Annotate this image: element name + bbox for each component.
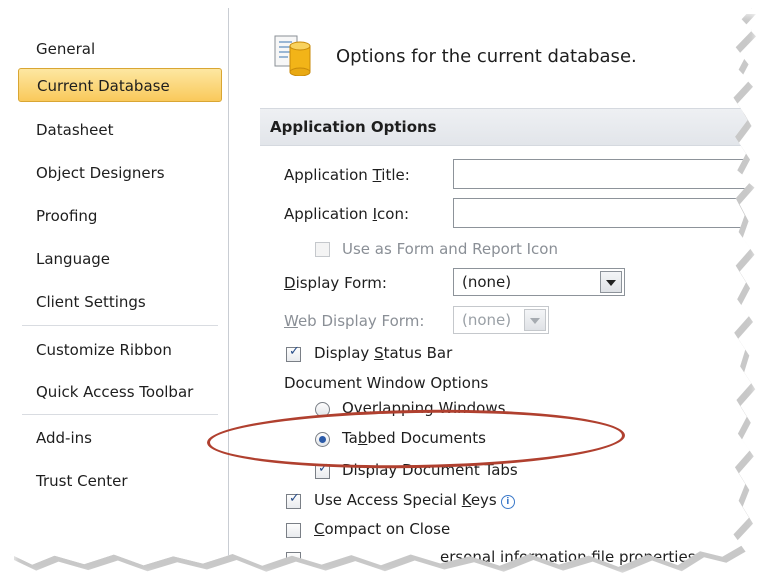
label-text: ompact on Close: [324, 520, 451, 538]
label-hotkey: S: [374, 344, 384, 362]
label-text: itle:: [381, 166, 410, 184]
sidebar-item-language[interactable]: Language: [18, 242, 222, 276]
sidebar-divider: [22, 325, 218, 326]
label-text: Application: [284, 166, 373, 184]
app-icon-input[interactable]: [453, 198, 752, 228]
label-text: isplay Form:: [295, 274, 387, 292]
label-hotkey: W: [284, 312, 298, 330]
sidebar-item-datasheet[interactable]: Datasheet: [18, 113, 222, 147]
label-hotkey: K: [461, 491, 471, 509]
checkmark-icon: ✓: [289, 344, 300, 359]
label-text: eb Display Form:: [297, 312, 425, 330]
page-title: Options for the current database.: [336, 46, 637, 67]
sidebar-item-quick-access-toolbar[interactable]: Quick Access Toolbar: [18, 375, 222, 409]
doc-window-options-label: Document Window Options: [284, 374, 489, 392]
chevron-down-icon[interactable]: [524, 309, 546, 331]
options-content: Options for the current database. Applic…: [242, 8, 752, 567]
use-as-icon-checkbox[interactable]: [315, 242, 330, 257]
info-icon[interactable]: i: [500, 495, 515, 509]
sidebar-item-proofing[interactable]: Proofing: [18, 199, 222, 233]
sidebar-item-add-ins[interactable]: Add-ins: [18, 421, 222, 455]
display-form-value: (none): [462, 273, 512, 291]
label-text: con:: [377, 205, 410, 223]
use-as-icon-label: Use as Form and Report Icon: [342, 240, 558, 258]
display-form-label: Display Form:: [284, 274, 387, 292]
compact-on-close-label: Compact on Close: [314, 520, 450, 538]
arrow-glyph: [606, 280, 616, 286]
web-display-form-value: (none): [462, 311, 512, 329]
section-header: Application Options: [260, 108, 752, 146]
label-text: Application: [284, 205, 373, 223]
app-title-input[interactable]: [453, 159, 752, 189]
sidebar-divider: [22, 414, 218, 415]
special-keys-label: Use Access Special Keys i: [314, 491, 515, 509]
sidebar-item-customize-ribbon[interactable]: Customize Ribbon: [18, 333, 222, 367]
app-icon-label: Application Icon:: [284, 205, 409, 223]
arrow-glyph: [530, 318, 540, 324]
section-title: Application Options: [270, 118, 437, 136]
label-hotkey: D: [284, 274, 296, 292]
options-dialog: General Current Database Datasheet Objec…: [10, 8, 752, 567]
display-form-select[interactable]: (none): [453, 268, 625, 296]
sidebar-item-trust-center[interactable]: Trust Center: [18, 464, 222, 498]
sidebar-item-general[interactable]: General: [18, 32, 222, 66]
compact-on-close-checkbox[interactable]: [286, 523, 301, 538]
label-text: eys: [470, 491, 497, 509]
special-keys-checkbox[interactable]: ✓: [286, 491, 301, 509]
database-icon: [274, 35, 311, 76]
app-title-label: Application Title:: [284, 166, 410, 184]
label-text: Use Access Special: [314, 491, 462, 509]
label-text: tatus Bar: [383, 344, 453, 362]
checkmark-icon: ✓: [289, 491, 300, 506]
chevron-down-icon[interactable]: [600, 271, 622, 293]
status-bar-checkbox[interactable]: ✓: [286, 344, 301, 362]
sidebar-item-client-settings[interactable]: Client Settings: [18, 285, 222, 319]
label-text: Display: [314, 344, 375, 362]
sidebar: General Current Database Datasheet Objec…: [10, 8, 229, 567]
label-hotkey: T: [372, 166, 382, 184]
status-bar-label: Display Status Bar: [314, 344, 452, 362]
sidebar-item-object-designers[interactable]: Object Designers: [18, 156, 222, 190]
sidebar-item-current-database[interactable]: Current Database: [18, 68, 222, 102]
web-display-form-select[interactable]: (none): [453, 306, 549, 334]
label-hotkey: C: [314, 520, 325, 538]
web-display-form-label: Web Display Form:: [284, 312, 424, 330]
